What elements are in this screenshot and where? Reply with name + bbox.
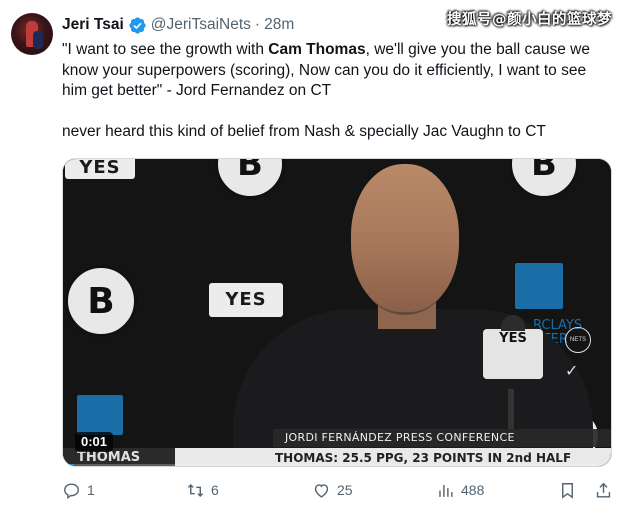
tweet-paragraph-2: never heard this kind of belief from Nas… [62, 122, 546, 140]
barclays-eagle-logo-bottom [77, 395, 123, 435]
nets-chest-badge: NETS [565, 327, 591, 353]
share-icon [596, 482, 611, 498]
reply-icon [64, 482, 79, 499]
share-button[interactable] [594, 476, 613, 504]
watermark: 搜狐号@颜小白的篮球梦 [447, 12, 612, 28]
user-handle[interactable]: @JeriTsaiNets [151, 16, 251, 34]
lower-third-caption: JORDI FERNÁNDEZ PRESS CONFERENCE [273, 429, 611, 447]
avatar[interactable] [11, 13, 53, 55]
like-button[interactable]: 25 [312, 476, 353, 504]
verified-badge-icon [129, 16, 146, 34]
tweet-time[interactable]: 28m [264, 16, 294, 34]
bookmark-button[interactable] [558, 476, 577, 504]
speaker: NETS ✓ YES [213, 159, 611, 466]
tweet-text-bold: Cam Thomas [268, 41, 366, 58]
repost-icon [187, 483, 204, 497]
repost-count: 6 [211, 482, 219, 498]
repost-button[interactable]: 6 [186, 476, 219, 504]
reply-count: 1 [87, 482, 95, 498]
nets-logo-left: B [65, 265, 137, 337]
video-timestamp: 0:01 [75, 432, 114, 452]
tweet-text-segment: "I want to see the growth with [62, 41, 269, 58]
tweet-text: "I want to see the growth with Cam Thoma… [62, 40, 612, 142]
views-button[interactable]: 488 [436, 476, 484, 504]
video-player[interactable]: YES B B B YES B B RCLAYS NTER NETS ✓ YES… [62, 158, 612, 467]
video-progress-bar[interactable] [63, 464, 611, 466]
speaker-head [351, 164, 459, 312]
tweet-paragraph-1: "I want to see the growth with Cam Thoma… [62, 40, 612, 102]
nike-swoosh-icon: ✓ [565, 363, 579, 380]
microphone-stand [508, 389, 514, 434]
heart-icon [314, 483, 329, 498]
bookmark-icon [562, 482, 573, 499]
avatar-figure-2 [33, 31, 43, 49]
views-icon [439, 484, 453, 497]
display-name[interactable]: Jeri Tsai [62, 16, 124, 34]
tweet-actions: 1 6 25 488 [62, 476, 614, 504]
microphone-top [501, 315, 525, 331]
tweet-header: Jeri Tsai @JeriTsaiNets · 28m [62, 14, 294, 36]
views-count: 488 [461, 482, 485, 498]
reply-button[interactable]: 1 [62, 476, 95, 504]
video-progress-fill [63, 464, 74, 466]
separator-dot: · [254, 16, 261, 33]
yes-logo-top-left: YES [65, 159, 135, 179]
microphone-label: YES [499, 331, 527, 346]
like-count: 25 [337, 482, 353, 498]
microphone: YES [483, 315, 543, 379]
